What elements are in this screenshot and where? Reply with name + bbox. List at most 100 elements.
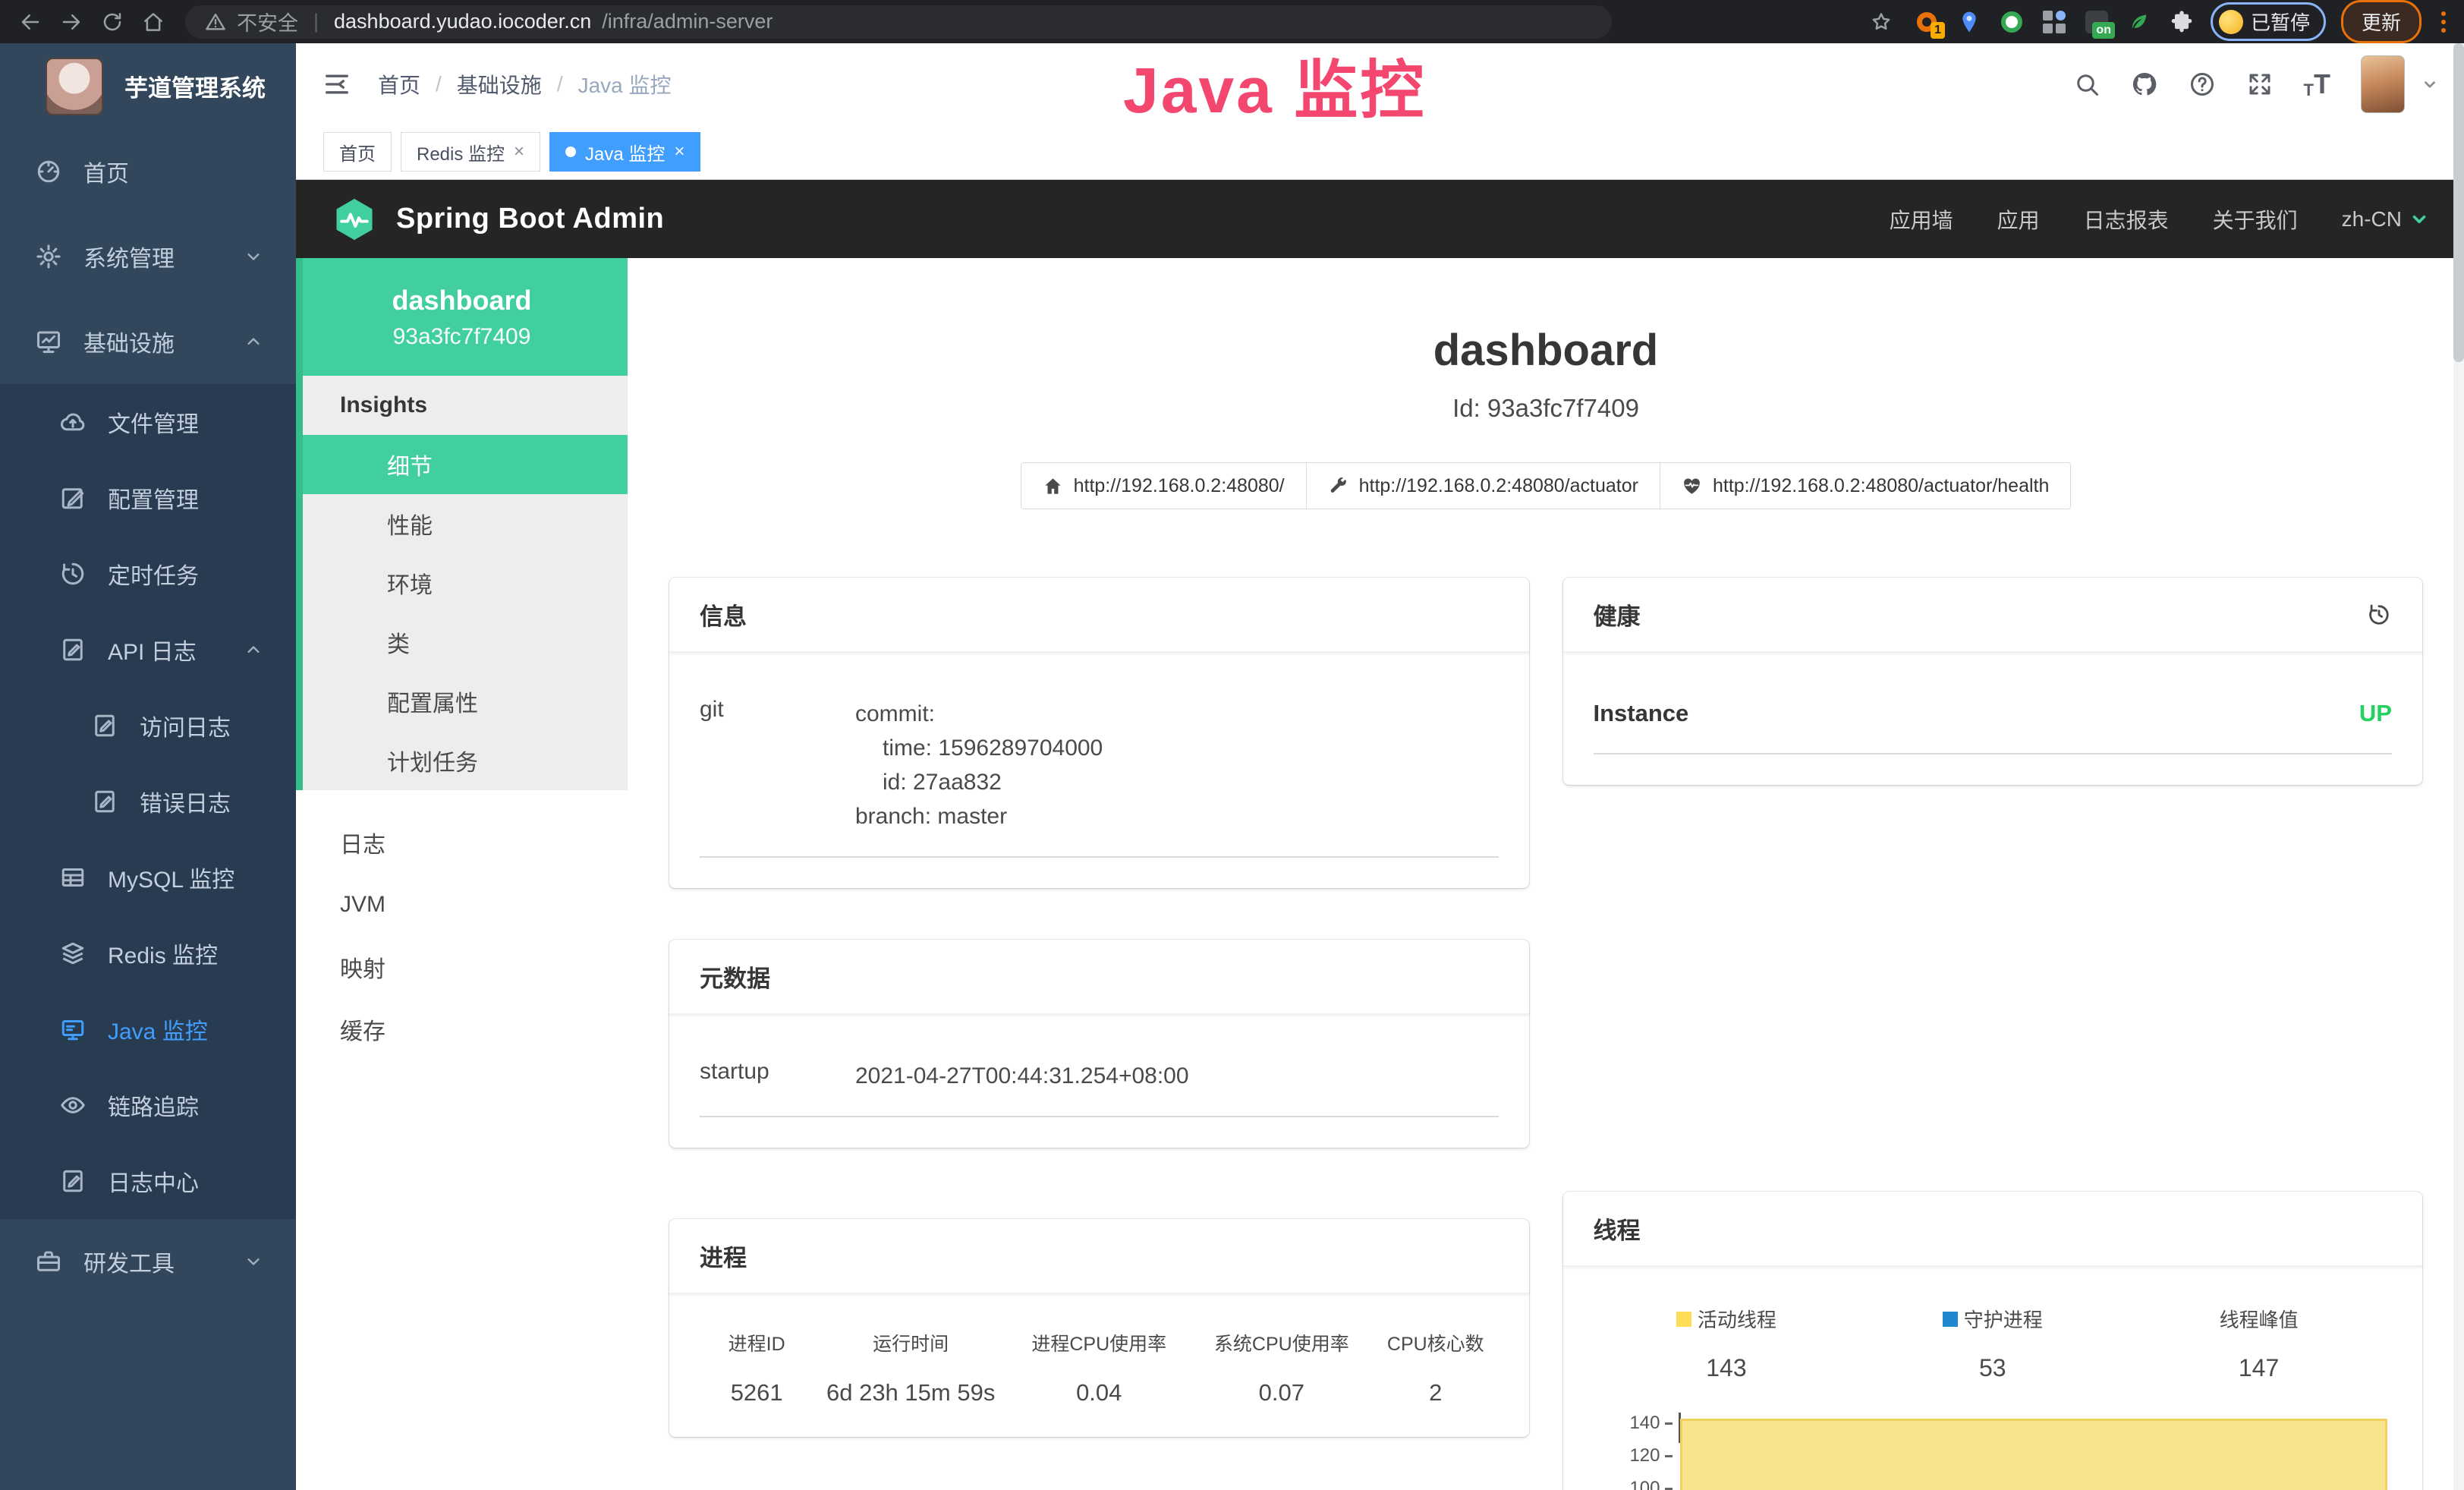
sidebar-item-mysql-monitor[interactable]: MySQL 监控 [0,840,296,915]
browser-back-icon[interactable] [14,5,47,39]
threads-card: 线程 活动线程 143 守护进程 [1563,1192,2423,1490]
instance-menu-classes[interactable]: 类 [296,613,628,672]
y-tick-100: 100 [1629,1478,1672,1490]
breadcrumb-infra[interactable]: 基础设施 [457,69,542,99]
document-edit-icon [59,636,87,663]
process-col-header: 进程CPU使用率 [1008,1329,1191,1356]
sba-nav: 应用墙 应用 日志报表 关于我们 zh-CN [1890,204,2429,235]
sba-locale-select[interactable]: zh-CN [2342,207,2429,232]
cloud-upload-icon [59,408,87,436]
sidebar-item-log-center[interactable]: 日志中心 [0,1143,296,1219]
instance-menu-environment[interactable]: 环境 [296,553,628,613]
process-table: 进程ID 运行时间 进程CPU使用率 系统CPU使用率 CPU核心数 5261 … [700,1306,1499,1407]
font-size-icon[interactable]: TT [2304,68,2330,100]
extension-icon-pin[interactable] [1956,8,1983,36]
chrome-update-button[interactable]: 更新 [2341,0,2422,43]
extension-icon-switch[interactable]: on [2083,8,2110,36]
info-git-row: git commit: time: 1596289704000 id: 27aa… [700,665,1499,858]
cards-right-column: 健康 Instance UP [1563,578,2423,1490]
sba-nav-about[interactable]: 关于我们 [2213,204,2298,235]
sba-nav-journal[interactable]: 日志报表 [2084,204,2169,235]
browser-forward-icon[interactable] [55,5,88,39]
sba-nav-applications[interactable]: 应用 [1997,204,2040,235]
instance-menu-mappings[interactable]: 映射 [296,936,628,998]
tab-redis-monitor[interactable]: Redis 监控 × [401,132,540,172]
instance-menu-caches[interactable]: 缓存 [296,998,628,1060]
monitor-chart-icon [35,328,62,355]
sidebar-item-tracing[interactable]: 链路追踪 [0,1067,296,1143]
instance-header[interactable]: dashboard 93a3fc7f7409 [296,258,628,376]
sidebar-collapse-icon[interactable] [322,69,352,99]
actuator-url-button[interactable]: http://192.168.0.2:48080/actuator [1306,462,1660,509]
edit-icon [59,484,87,512]
scrollbar-thumb[interactable] [2453,43,2464,362]
extension-icon-green-circle[interactable] [1998,8,2025,36]
page-title: dashboard [628,325,2464,376]
instance-sidebar: dashboard 93a3fc7f7409 Insights 细节 性能 环境… [296,258,628,1490]
search-icon[interactable] [2073,71,2101,98]
eye-icon [59,1092,87,1119]
sidebar-item-error-logs[interactable]: 错误日志 [0,764,296,840]
sidebar-item-api-logs[interactable]: API 日志 [0,612,296,688]
info-card: 信息 git commit: time: 1596289704000 id: 2… [669,578,1529,888]
sidebar-item-label: Java 监控 [108,1013,208,1046]
tab-java-monitor[interactable]: Java 监控 × [549,132,700,172]
breadcrumb: 首页 / 基础设施 / Java 监控 [378,69,672,99]
sba-brand-title[interactable]: Spring Boot Admin [396,203,664,235]
health-instance-row: Instance UP [1594,665,2393,754]
tab-close-icon[interactable]: × [674,141,684,162]
bookmark-star-icon[interactable] [1865,5,1898,39]
sidebar-item-file-manage[interactable]: 文件管理 [0,384,296,460]
document-edit-icon [91,712,118,739]
instance-details-panel: dashboard Id: 93a3fc7f7409 http://192.16… [628,258,2464,1490]
breadcrumb-home[interactable]: 首页 [378,69,420,99]
sidebar-item-config-manage[interactable]: 配置管理 [0,460,296,536]
fullscreen-icon[interactable] [2246,71,2274,98]
sidebar-item-system[interactable]: 系统管理 [0,214,296,299]
app-logo-avatar [46,58,103,115]
sidebar-item-infra[interactable]: 基础设施 [0,299,296,384]
heartbeat-icon [1682,476,1702,496]
toolbox-icon [35,1248,62,1275]
sba-nav-wallboard[interactable]: 应用墙 [1890,204,1953,235]
sidebar-item-label: 系统管理 [83,240,175,273]
paused-label: 已暂停 [2251,8,2310,36]
extension-icon-leaf[interactable] [2126,8,2153,36]
instance-menu-configprops[interactable]: 配置属性 [296,672,628,731]
sba-body: dashboard 93a3fc7f7409 Insights 细节 性能 环境… [296,258,2464,1490]
github-icon[interactable] [2131,71,2158,98]
browser-reload-icon[interactable] [96,5,129,39]
extension-icon-orange[interactable]: 1 [1913,8,1940,36]
sidebar-item-java-monitor[interactable]: Java 监控 [0,991,296,1067]
app-logo-row[interactable]: 芋道管理系统 [0,43,296,129]
instance-menu-logging[interactable]: 日志 [296,811,628,874]
health-card-title: 健康 [1594,597,1641,632]
sidebar-item-scheduled-jobs[interactable]: 定时任务 [0,536,296,612]
instance-name: dashboard [392,285,531,317]
health-history-icon[interactable] [2366,602,2392,628]
instance-menu-metrics[interactable]: 性能 [296,494,628,553]
avatar-caret-down-icon[interactable] [2422,76,2438,93]
extension-icon-grid[interactable] [2041,8,2068,36]
help-icon[interactable] [2189,71,2216,98]
address-bar[interactable]: 不安全 | dashboard.yudao.iocoder.cn /infra/… [185,5,1612,39]
tab-close-icon[interactable]: × [514,141,524,162]
service-url-button[interactable]: http://192.168.0.2:48080/ [1021,462,1307,509]
sidebar-item-dev-tools[interactable]: 研发工具 [0,1219,296,1304]
browser-home-icon[interactable] [137,5,170,39]
sidebar-item-redis-monitor[interactable]: Redis 监控 [0,915,296,991]
instance-menu-details[interactable]: 细节 [296,435,628,494]
browser-menu-icon[interactable] [2437,11,2450,33]
instance-menu-scheduledtasks[interactable]: 计划任务 [296,731,628,790]
extension-puzzle-icon[interactable] [2168,8,2195,36]
sidebar-item-access-logs[interactable]: 访问日志 [0,688,296,764]
user-avatar[interactable] [2361,55,2405,113]
annotation-java-monitor: Java 监控 [1123,39,1426,131]
page-scrollbar[interactable] [2453,43,2464,1490]
instance-menu-jvm[interactable]: JVM [296,874,628,936]
sidebar-item-home[interactable]: 首页 [0,129,296,214]
profile-paused-badge[interactable]: 已暂停 [2211,2,2326,41]
metadata-card-title: 元数据 [669,940,1529,1015]
tab-home[interactable]: 首页 [323,132,392,172]
health-url-button[interactable]: http://192.168.0.2:48080/actuator/health [1660,462,2071,509]
